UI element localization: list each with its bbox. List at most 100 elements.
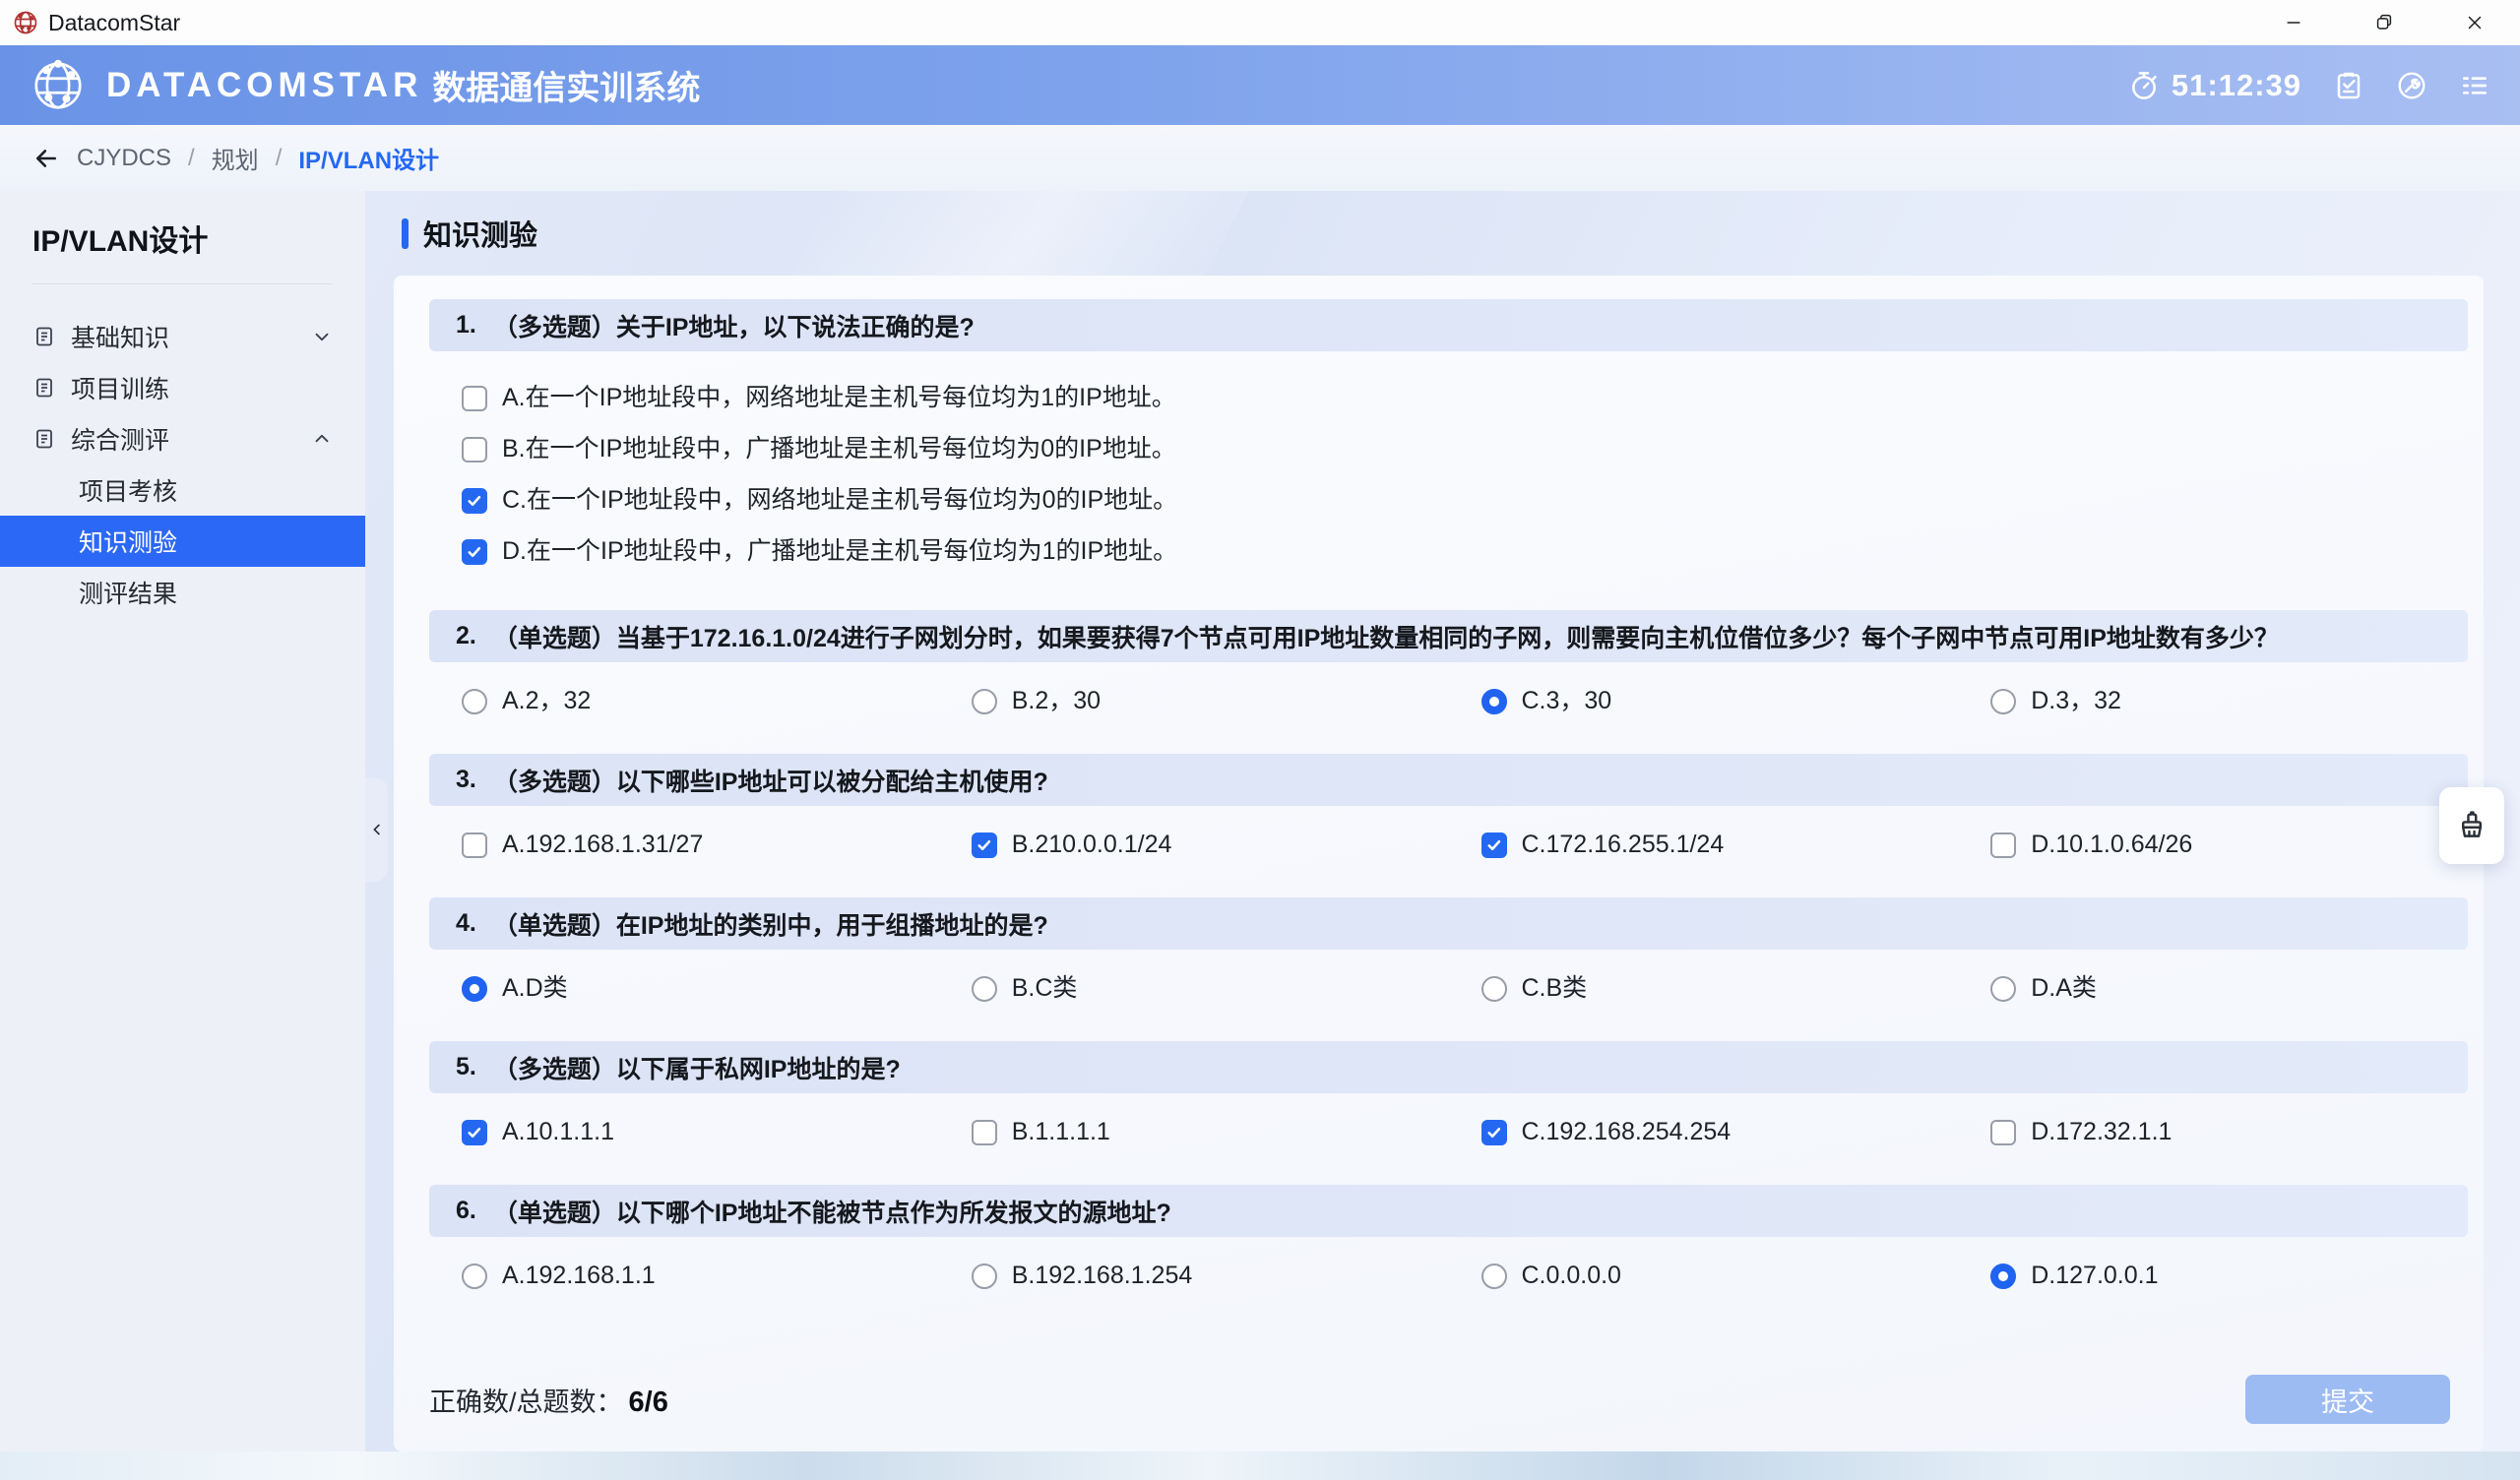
sidebar-item-evaluation-results[interactable]: 测评结果 (0, 567, 365, 618)
option[interactable]: B.1.1.1.1 (939, 1115, 1449, 1149)
option-label: C.0.0.0.0 (1522, 1259, 1621, 1293)
sidebar-collapse-handle[interactable] (365, 777, 388, 882)
option[interactable]: A.192.168.1.1 (429, 1259, 939, 1293)
timer-value: 51:12:39 (2172, 68, 2301, 103)
question-header: 4. （单选题）在IP地址的类别中，用于组播地址的是? (429, 897, 2468, 950)
option[interactable]: D.在一个IP地址段中，广播地址是主机号每位均为1的IP地址。 (462, 534, 2468, 569)
option[interactable]: A.2，32 (429, 684, 939, 718)
radio-icon[interactable] (1990, 1264, 2016, 1289)
list-icon[interactable] (2459, 70, 2490, 101)
exam-report-icon[interactable] (2333, 70, 2364, 101)
checkbox-icon[interactable] (1481, 832, 1507, 858)
sidebar-item-basic-knowledge[interactable]: 基础知识 (0, 311, 365, 362)
option[interactable]: A.10.1.1.1 (429, 1115, 939, 1149)
option[interactable]: C.0.0.0.0 (1449, 1259, 1959, 1293)
radio-icon[interactable] (972, 689, 997, 714)
option[interactable]: D.127.0.0.1 (1958, 1259, 2468, 1293)
option-group: A.192.168.1.1 B.192.168.1.254 C.0.0.0.0 D.1… (429, 1237, 2468, 1307)
question-number: 4. (456, 909, 476, 938)
sidebar-item-label: 综合测评 (71, 421, 169, 457)
checkbox-icon[interactable] (1990, 832, 2016, 858)
option-label: A.D类 (502, 971, 568, 1006)
checkbox-icon[interactable] (462, 832, 487, 858)
minimize-button[interactable] (2248, 0, 2339, 45)
question-block: 1.（多选题）关于IP地址，以下说法正确的是? A.在一个IP地址段中，网络地址是… (429, 299, 2468, 588)
sidebar-item-project-training[interactable]: 项目训练 (0, 362, 365, 413)
option[interactable]: C.172.16.255.1/24 (1449, 828, 1959, 862)
back-arrow-icon[interactable] (32, 145, 60, 172)
option-label: A.192.168.1.1 (502, 1259, 656, 1293)
sidebar-item-knowledge-test[interactable]: 知识测验 (0, 516, 365, 567)
radio-icon[interactable] (1481, 689, 1507, 714)
question-text: （单选题）以下哪个IP地址不能被节点作为所发报文的源地址? (493, 1194, 1171, 1229)
option-label: C.192.168.254.254 (1522, 1115, 1732, 1149)
option[interactable]: B.2，30 (939, 684, 1449, 718)
submit-button[interactable]: 提交 (2245, 1375, 2450, 1424)
checkbox-icon[interactable] (462, 1120, 487, 1145)
radio-icon[interactable] (972, 1264, 997, 1289)
option-label: D.3，32 (2031, 684, 2121, 718)
question-block: 6.（单选题）以下哪个IP地址不能被节点作为所发报文的源地址?A.192.168… (429, 1185, 2468, 1307)
option-label: D.A类 (2031, 971, 2097, 1006)
option[interactable]: D.3，32 (1958, 684, 2468, 718)
option[interactable]: B.210.0.0.1/24 (939, 828, 1449, 862)
brand-name-en: DATACOMSTAR (106, 66, 422, 105)
option[interactable]: C.在一个IP地址段中，网络地址是主机号每位均为0的IP地址。 (462, 483, 2468, 518)
checkbox-icon[interactable] (1481, 1120, 1507, 1145)
option[interactable]: A.D类 (429, 971, 939, 1006)
checkbox-icon[interactable] (462, 539, 487, 565)
checkbox-icon[interactable] (462, 437, 487, 462)
sidebar-item-label: 项目考核 (79, 472, 177, 508)
question-number: 1. (456, 311, 476, 339)
question-text: （单选题）在IP地址的类别中，用于组播地址的是? (493, 906, 1048, 942)
sidebar-item-comprehensive-evaluation[interactable]: 综合测评 (0, 413, 365, 464)
radio-icon[interactable] (1990, 976, 2016, 1002)
checkbox-icon[interactable] (972, 832, 997, 858)
question-header: 5.（多选题）以下属于私网IP地址的是? (429, 1041, 2468, 1093)
clean-button[interactable] (2439, 787, 2504, 864)
app-window: DatacomStar (0, 0, 2520, 1480)
breadcrumb-item[interactable]: CJYDCS (77, 145, 171, 172)
restore-button[interactable] (2339, 0, 2429, 45)
question-number: 5. (456, 1053, 476, 1081)
option-label: A.2，32 (502, 684, 591, 718)
option[interactable]: B.192.168.1.254 (939, 1259, 1449, 1293)
option[interactable]: D.A类 (1958, 971, 2468, 1006)
option[interactable]: B.C类 (939, 971, 1449, 1006)
radio-icon[interactable] (972, 976, 997, 1002)
option-group: A.192.168.1.31/27B.210.0.0.1/24C.172.16.… (429, 806, 2468, 876)
checkbox-icon[interactable] (462, 386, 487, 411)
close-button[interactable] (2429, 0, 2520, 45)
breadcrumb-item[interactable]: 规划 (212, 141, 259, 175)
checkbox-icon[interactable] (972, 1120, 997, 1145)
sidebar-item-project-assessment[interactable]: 项目考核 (0, 464, 365, 516)
option[interactable]: A.在一个IP地址段中，网络地址是主机号每位均为1的IP地址。 (462, 381, 2468, 415)
option[interactable]: C.3，30 (1449, 684, 1959, 718)
option[interactable]: C.B类 (1449, 971, 1959, 1006)
radio-icon[interactable] (462, 1264, 487, 1289)
sidebar-item-label: 项目训练 (71, 370, 169, 405)
question-block: 4. （单选题）在IP地址的类别中，用于组播地址的是? A.D类 B.C类 C.B类 D.… (429, 897, 2468, 1019)
tools-icon[interactable] (2396, 70, 2427, 101)
option[interactable]: D.172.32.1.1 (1958, 1115, 2468, 1149)
checkbox-icon[interactable] (1990, 1120, 2016, 1145)
radio-icon[interactable] (1990, 689, 2016, 714)
option-label: B.C类 (1012, 971, 1078, 1006)
radio-icon[interactable] (462, 689, 487, 714)
checkbox-icon[interactable] (462, 488, 487, 514)
chevron-down-icon (311, 326, 333, 347)
radio-icon[interactable] (1481, 976, 1507, 1002)
option[interactable]: B.在一个IP地址段中，广播地址是主机号每位均为0的IP地址。 (462, 432, 2468, 466)
option-label: B.在一个IP地址段中，广播地址是主机号每位均为0的IP地址。 (502, 432, 1176, 466)
option[interactable]: A.192.168.1.31/27 (429, 828, 939, 862)
radio-icon[interactable] (1481, 1264, 1507, 1289)
sidebar-item-label: 知识测验 (79, 524, 177, 559)
question-header: 1.（多选题）关于IP地址，以下说法正确的是? (429, 299, 2468, 351)
option[interactable]: C.192.168.254.254 (1449, 1115, 1959, 1149)
radio-icon[interactable] (462, 976, 487, 1002)
question-text: （单选题）当基于172.16.1.0/24进行子网划分时，如果要获得7个节点可用… (493, 619, 2279, 654)
stopwatch-icon (2128, 70, 2160, 101)
header-actions: 51:12:39 (2128, 68, 2490, 103)
bottom-wallpaper-strip (0, 1451, 2520, 1480)
option[interactable]: D.10.1.0.64/26 (1958, 828, 2468, 862)
